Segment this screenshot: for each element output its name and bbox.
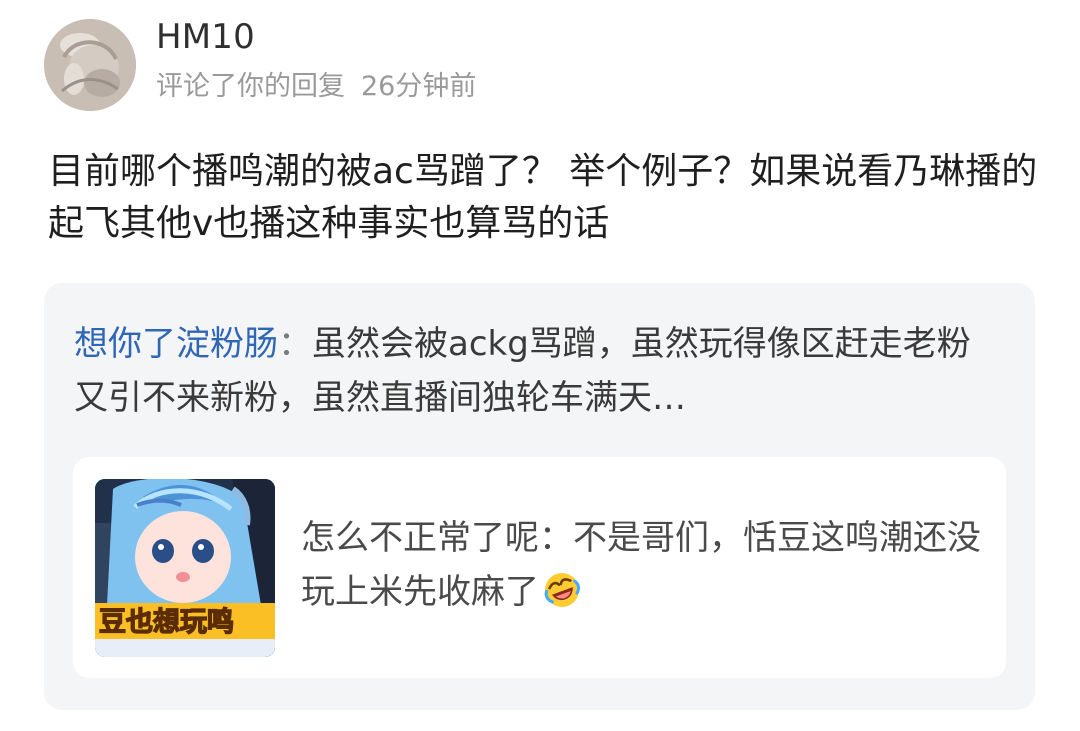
thumbnail-illustration: 豆也想玩鸣 <box>95 479 275 657</box>
referenced-post: 怎么不正常了呢：不是哥们，恬豆这鸣潮还没玩上米先收麻了 <box>301 511 991 619</box>
referenced-post-thumbnail: 豆也想玩鸣 <box>95 479 275 657</box>
comment-time: 26分钟前 <box>361 71 477 102</box>
avatar[interactable] <box>44 19 136 111</box>
comment-action: 评论了你的回复 <box>156 71 345 102</box>
rolling-on-floor-laughing-icon <box>541 569 583 611</box>
comment-meta: 评论了你的回复 26分钟前 <box>156 69 476 105</box>
comment-notification: HM10 评论了你的回复 26分钟前 目前哪个播鸣潮的被ac骂蹭了？ 举个例子？如… <box>0 0 1080 731</box>
username[interactable]: HM10 <box>156 15 255 59</box>
referenced-post-card[interactable]: 豆也想玩鸣 怎么不正常了呢：不是哥们，恬豆这鸣潮还没玩上米先收麻了 <box>73 457 1006 678</box>
referenced-post-separator: ： <box>539 518 573 558</box>
thumbnail-caption: 豆也想玩鸣 <box>99 607 234 638</box>
avatar-image <box>44 19 136 111</box>
quoted-reply-author[interactable]: 想你了淀粉肠 <box>74 324 278 364</box>
comment-body: 目前哪个播鸣潮的被ac骂蹭了？ 举个例子？如果说看乃琳播的起飞其他v也播这种事实… <box>48 151 1038 244</box>
referenced-post-author[interactable]: 怎么不正常了呢 <box>301 518 539 558</box>
quoted-reply: 想你了淀粉肠：虽然会被ackg骂蹭，虽然玩得像区赶走老粉又引不来新粉，虽然直播间… <box>74 317 1004 425</box>
quoted-reply-card[interactable]: 想你了淀粉肠：虽然会被ackg骂蹭，虽然玩得像区赶走老粉又引不来新粉，虽然直播间… <box>44 283 1035 710</box>
quoted-reply-separator: ： <box>278 324 312 364</box>
